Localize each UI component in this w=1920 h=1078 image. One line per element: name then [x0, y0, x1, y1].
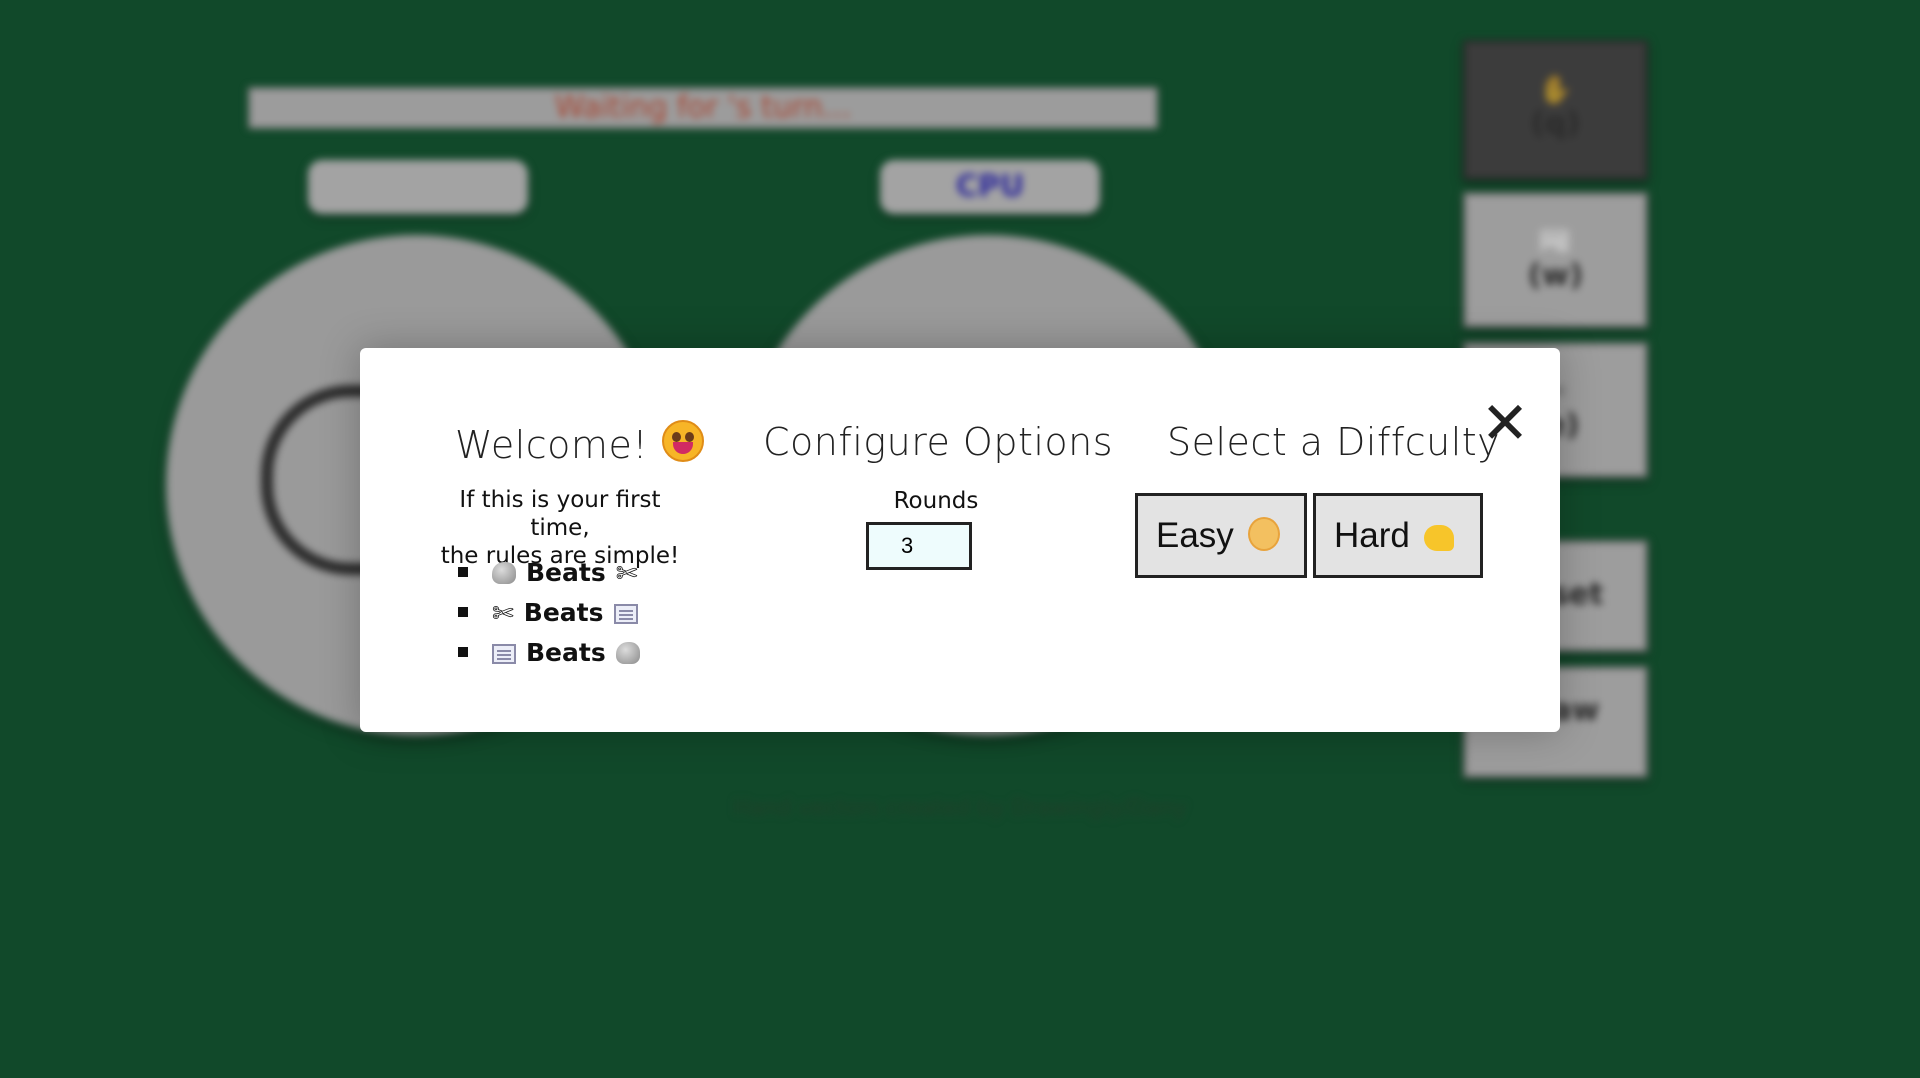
configure-heading: Configure Options — [763, 420, 1114, 464]
rock-icon — [615, 642, 640, 664]
rounds-label: Rounds — [893, 488, 979, 514]
grinning-face-icon — [662, 420, 705, 462]
hard-button[interactable]: Hard — [1313, 493, 1483, 578]
baby-icon — [1247, 516, 1280, 551]
welcome-modal: ✕ Welcome! If this is your first time, t… — [360, 348, 1560, 732]
list-item: Beats ✄ — [458, 553, 640, 593]
rounds-input[interactable] — [866, 522, 972, 570]
paper-choice-button: 📰 (w) — [1463, 192, 1648, 328]
difficulty-heading: Select a Diffculty — [1167, 420, 1501, 464]
scissors-icon: ✄ — [615, 559, 638, 589]
player-name-box — [308, 160, 528, 214]
easy-button[interactable]: Easy — [1135, 493, 1307, 578]
scissors-icon: ✄ — [492, 599, 514, 629]
rock-icon — [492, 562, 516, 584]
list-item: Beats — [458, 633, 640, 673]
hand-icon: ✋ — [1538, 73, 1573, 106]
welcome-heading: Welcome! — [455, 420, 705, 467]
flexed-biceps-icon — [1423, 524, 1454, 551]
cpu-name-box: CPU — [880, 160, 1100, 214]
rock-choice-button: ✋ (q) — [1463, 40, 1648, 180]
list-item: ✄ Beats — [458, 593, 640, 633]
newspaper-icon — [492, 644, 516, 664]
newspaper-icon: 📰 — [1538, 225, 1573, 258]
rules-list: Beats ✄ ✄ Beats Beats — [458, 553, 640, 673]
newspaper-icon — [613, 604, 638, 624]
turn-status-bar: Waiting for 's turn... — [248, 87, 1158, 129]
credits-text: Hand vectors created by Drawingly/Dany — [733, 796, 1187, 821]
